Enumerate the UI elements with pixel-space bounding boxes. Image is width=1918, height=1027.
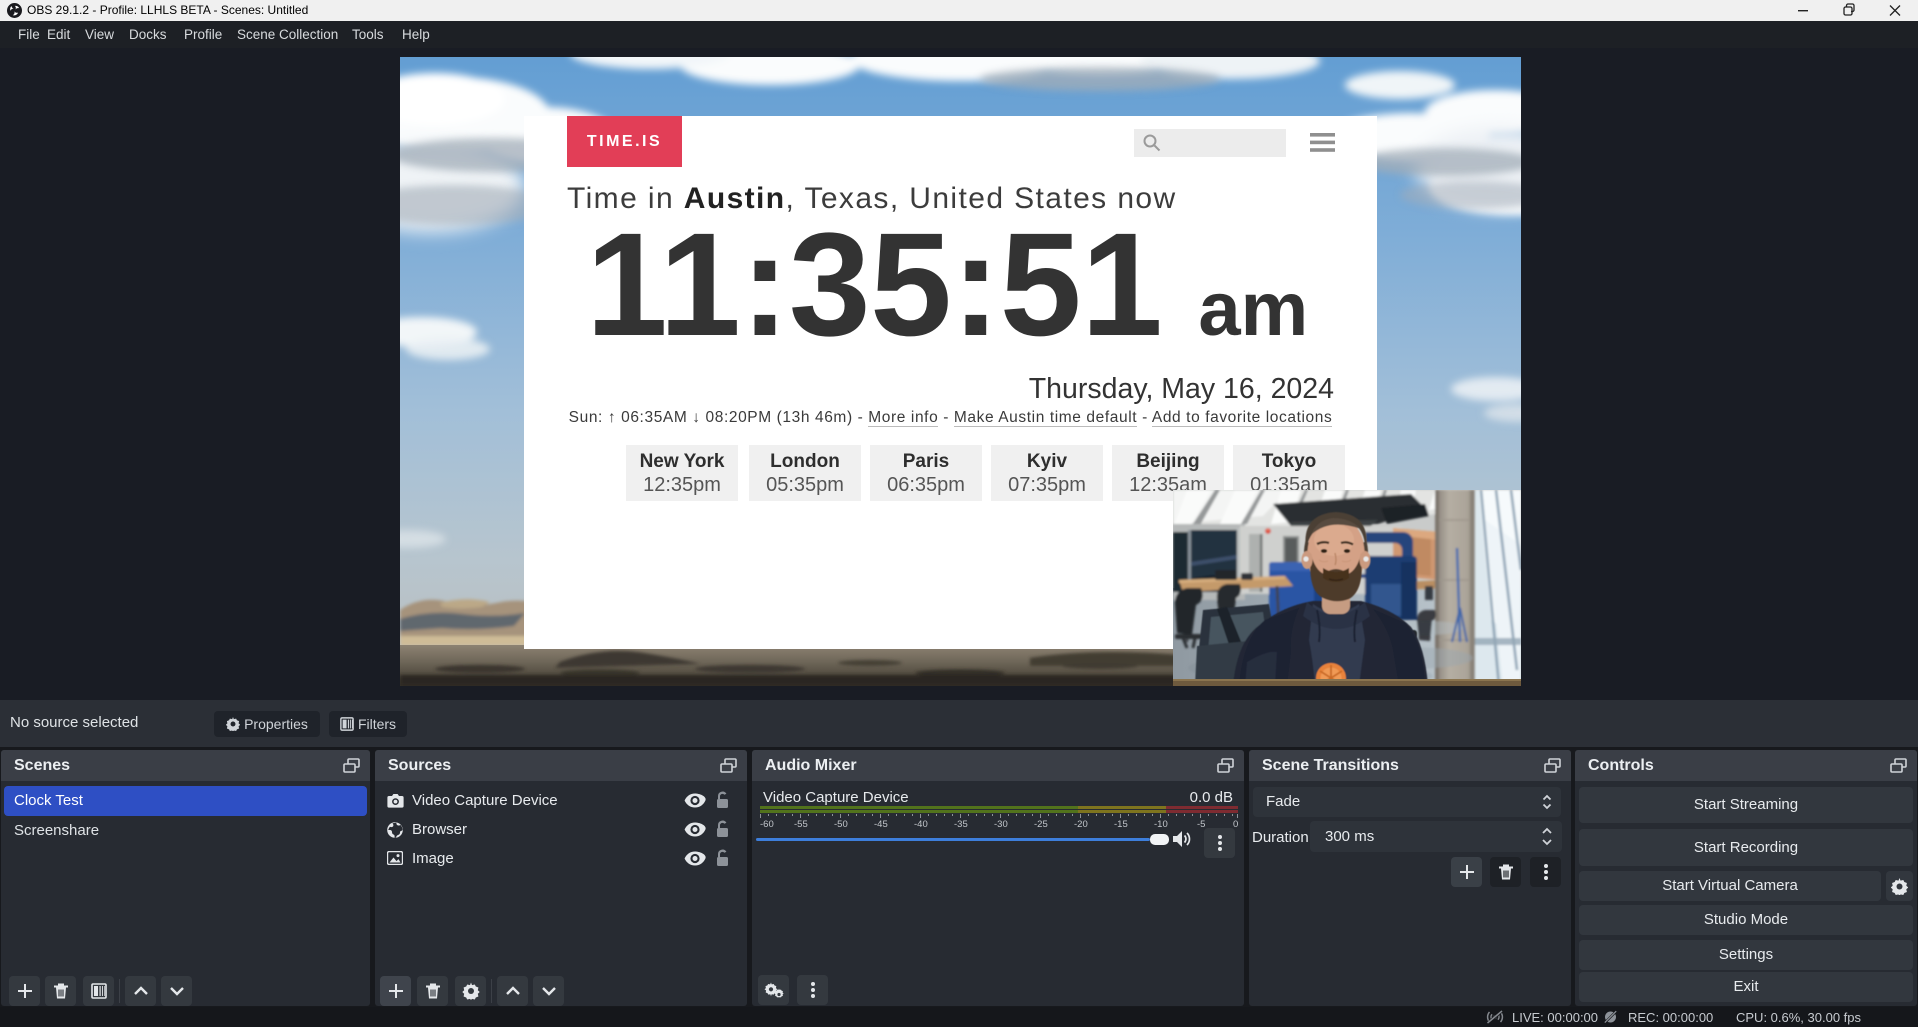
svg-text:-15: -15 bbox=[1114, 819, 1128, 828]
svg-text:-50: -50 bbox=[834, 819, 848, 828]
svg-text:0: 0 bbox=[1233, 819, 1238, 828]
svg-text:-20: -20 bbox=[1074, 819, 1088, 828]
svg-text:-45: -45 bbox=[874, 819, 888, 828]
svg-text:-5: -5 bbox=[1197, 819, 1205, 828]
svg-text:-35: -35 bbox=[954, 819, 968, 828]
svg-text:-40: -40 bbox=[914, 819, 928, 828]
svg-text:-10: -10 bbox=[1154, 819, 1168, 828]
svg-text:-60: -60 bbox=[760, 819, 774, 828]
svg-text:-30: -30 bbox=[994, 819, 1008, 828]
svg-text:-55: -55 bbox=[794, 819, 808, 828]
svg-text:-25: -25 bbox=[1034, 819, 1048, 828]
